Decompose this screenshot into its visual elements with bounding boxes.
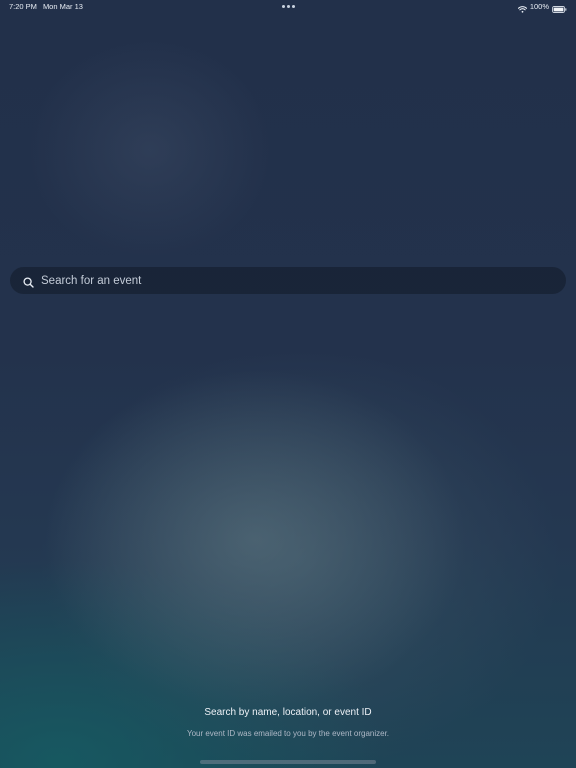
dot-2 bbox=[287, 5, 290, 8]
search-bar[interactable] bbox=[10, 267, 566, 294]
status-date: Mon Mar 13 bbox=[42, 2, 83, 11]
app-screen: 7:20 PM Mon Mar 13 100% Search for an ev… bbox=[0, 0, 576, 768]
battery-percent: 100% bbox=[529, 2, 549, 11]
blurred-background bbox=[0, 0, 576, 768]
wifi-icon bbox=[517, 4, 527, 13]
search-input[interactable] bbox=[41, 274, 521, 287]
search-hint-title: Search by name, location, or event ID bbox=[204, 707, 372, 718]
status-bar: 7:20 PM Mon Mar 13 100% bbox=[0, 0, 576, 14]
status-left: 7:20 PM Mon Mar 13 bbox=[9, 0, 83, 14]
dot-3 bbox=[292, 5, 295, 8]
battery-icon bbox=[552, 4, 567, 13]
home-indicator[interactable] bbox=[200, 760, 376, 764]
search-icon bbox=[23, 275, 34, 288]
search-hint-subtitle: Your event ID was emailed to you by the … bbox=[186, 729, 390, 738]
status-time: 7:20 PM bbox=[9, 2, 37, 11]
status-right: 100% bbox=[517, 0, 567, 14]
multitasking-dots-icon[interactable] bbox=[282, 5, 295, 8]
dot-1 bbox=[282, 5, 285, 8]
